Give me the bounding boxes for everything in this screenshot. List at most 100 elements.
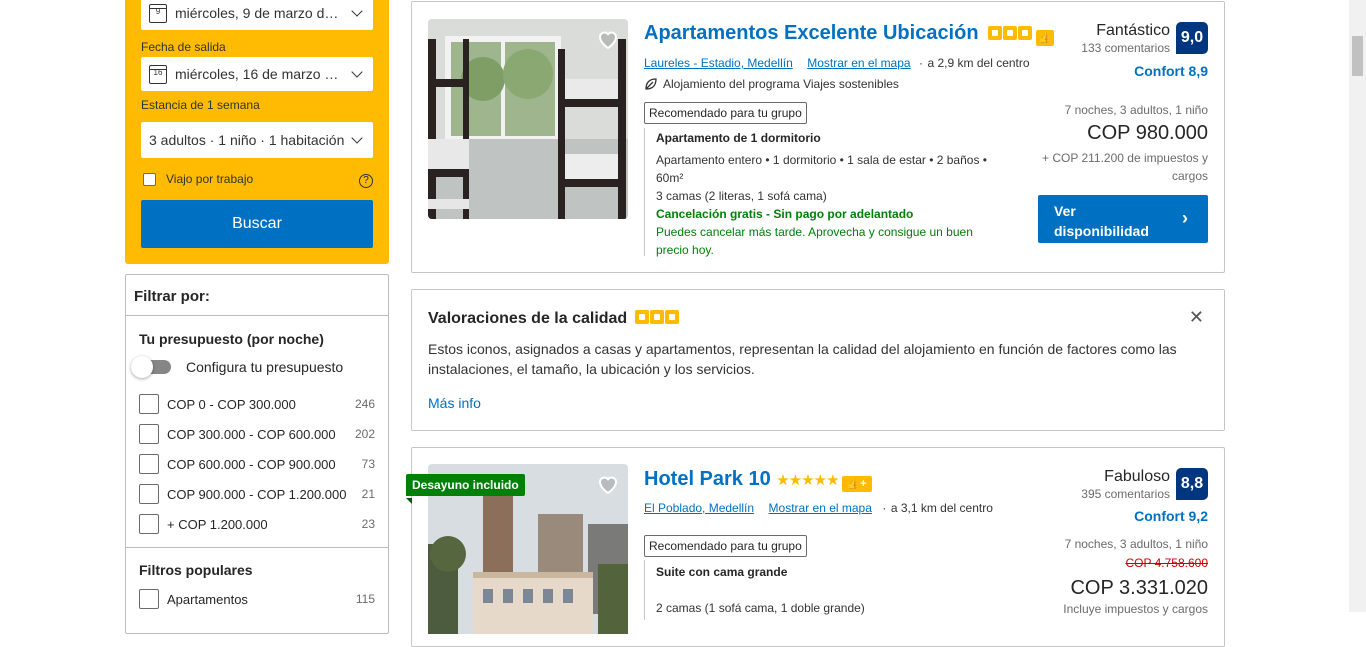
budget-toggle-label: Configura tu presupuesto [186, 359, 344, 375]
option-count: 73 [361, 457, 375, 471]
distance-separator: · [882, 501, 887, 515]
room-info-divider [644, 128, 645, 256]
option-count: 202 [354, 427, 375, 441]
room-type: Apartamento de 1 dormitorio [656, 131, 821, 145]
scrollbar[interactable] [1349, 0, 1366, 612]
checkout-date-value: miércoles, 16 de marzo de 2022 [175, 66, 345, 82]
calendar-icon: 9 [149, 3, 167, 23]
checkbox[interactable] [139, 514, 159, 534]
checkbox[interactable] [139, 589, 159, 609]
property-name[interactable]: Hotel Park 10 [644, 468, 771, 490]
work-trip-option[interactable]: Viajo por trabajo [143, 172, 253, 186]
thumbs-up-plus-icon: 👍+ [841, 476, 872, 492]
sustainable-text: Alojamiento del programa Viajes sostenib… [663, 77, 899, 91]
checkin-date-field[interactable]: 9 miércoles, 9 de marzo de 2022 [141, 0, 373, 30]
scrollbar-thumb[interactable] [1352, 36, 1363, 76]
option-count: 21 [361, 487, 375, 501]
quality-title-text: Valoraciones de la calidad [428, 310, 628, 327]
badge-fold [406, 498, 412, 504]
review-count: 395 comentarios [1081, 487, 1170, 501]
divider [126, 547, 388, 548]
option-count: 115 [355, 592, 375, 606]
review-score[interactable]: 9,0 [1176, 22, 1208, 54]
location-link[interactable]: Laureles - Estadio, Medellín [644, 56, 793, 70]
review-summary[interactable]: Fabuloso 395 comentarios [1081, 468, 1170, 501]
star-rating-icon: ★★★★★ [776, 472, 839, 489]
heart-icon[interactable] [596, 472, 620, 496]
option-label: COP 0 - COP 300.000 [167, 396, 296, 412]
more-info-link[interactable]: Más info [428, 395, 481, 411]
close-icon[interactable]: ✕ [1189, 307, 1204, 328]
property-card: Apartamentos Excelente Ubicación 👍 Laure… [411, 1, 1225, 273]
stay-info: 7 noches, 3 adultos, 1 niño [1064, 103, 1208, 117]
option-label: Apartamentos [167, 591, 248, 607]
guests-select[interactable]: 3 adultos · 1 niño · 1 habitación [141, 122, 373, 158]
property-title[interactable]: Hotel Park 10 ★★★★★ 👍+ [644, 468, 872, 492]
budget-section-title: Tu presupuesto (por noche) [139, 331, 324, 347]
show-map-link[interactable]: Mostrar en el mapa [807, 56, 910, 70]
quality-squares-icon [988, 22, 1033, 44]
quality-info-box: Valoraciones de la calidad ✕ Estos icono… [411, 289, 1225, 431]
breakfast-badge: Desayuno incluido [406, 474, 525, 496]
checkout-date-field[interactable]: 16 miércoles, 16 de marzo de 2022 [141, 57, 373, 91]
budget-option[interactable]: + COP 1.200.000 23 [139, 514, 375, 534]
budget-option[interactable]: COP 900.000 - COP 1.200.000 21 [139, 484, 375, 504]
budget-option[interactable]: COP 600.000 - COP 900.000 73 [139, 454, 375, 474]
checkbox[interactable] [139, 424, 159, 444]
review-score[interactable]: 8,8 [1176, 468, 1208, 500]
quality-info-title: Valoraciones de la calidad [428, 310, 680, 328]
see-availability-button[interactable]: Ver disponibilidad › [1038, 195, 1208, 243]
distance-text: a 2,9 km del centro [927, 56, 1030, 70]
work-trip-checkbox[interactable] [143, 172, 156, 186]
review-word: Fabuloso [1104, 468, 1170, 485]
distance-separator: · [919, 56, 924, 70]
button-label: Ver disponibilidad [1054, 203, 1149, 239]
checkbox[interactable] [139, 484, 159, 504]
free-cancellation: Cancelación gratis - Sin pago por adelan… [656, 207, 914, 221]
bed-info: 3 camas (2 literas, 1 sofá cama) [656, 189, 827, 203]
option-count: 23 [361, 517, 375, 531]
calendar-icon: 16 [149, 64, 167, 84]
recommended-tag: Recomendado para tu grupo [644, 535, 807, 557]
budget-option[interactable]: COP 0 - COP 300.000 246 [139, 394, 375, 414]
bed-info: 2 camas (1 sofá cama, 1 doble grande) [656, 601, 865, 615]
budget-toggle[interactable] [131, 356, 171, 378]
toggle-knob [131, 356, 153, 378]
heart-icon[interactable] [596, 27, 620, 51]
recommended-tag: Recomendado para tu grupo [644, 102, 807, 124]
price: COP 3.331.020 [1070, 577, 1208, 599]
checkbox[interactable] [139, 394, 159, 414]
property-title[interactable]: Apartamentos Excelente Ubicación 👍 [644, 22, 1055, 46]
chevron-down-icon [351, 5, 363, 17]
option-label: + COP 1.200.000 [167, 516, 268, 532]
quality-squares-icon [634, 310, 680, 327]
chevron-down-icon [351, 66, 363, 78]
help-icon[interactable]: ? [359, 174, 373, 188]
property-name[interactable]: Apartamentos Excelente Ubicación [644, 22, 979, 44]
sustainable-badge: Alojamiento del programa Viajes sostenib… [644, 77, 899, 91]
chevron-right-icon: › [1182, 208, 1188, 228]
checkout-label: Fecha de salida [141, 40, 226, 54]
cancellation-note: Puedes cancelar más tarde. Aprovecha y c… [656, 225, 973, 257]
budget-option[interactable]: COP 300.000 - COP 600.000 202 [139, 424, 375, 444]
popular-option[interactable]: Apartamentos 115 [139, 589, 375, 609]
popular-section-title: Filtros populares [139, 562, 253, 578]
taxes-text: Incluye impuestos y cargos [1063, 602, 1208, 616]
option-label: COP 600.000 - COP 900.000 [167, 456, 336, 472]
leaf-icon [645, 78, 657, 90]
property-photo[interactable] [428, 19, 628, 219]
taxes-text: + COP 211.200 de impuestos y cargos [1042, 151, 1208, 183]
room-info: Suite con cama grande 2 camas (1 sofá ca… [656, 565, 996, 615]
property-card: Desayuno incluido Hotel Park 10 ★★★★★ 👍+ … [406, 447, 1225, 647]
filter-panel: Filtrar por: Tu presupuesto (por noche) … [125, 274, 389, 634]
show-map-link[interactable]: Mostrar en el mapa [769, 501, 872, 515]
checkbox[interactable] [139, 454, 159, 474]
comfort-score: Confort 9,2 [1134, 508, 1208, 524]
distance-text: a 3,1 km del centro [890, 501, 993, 515]
option-count: 246 [354, 397, 375, 411]
filter-title: Filtrar por: [126, 275, 388, 316]
location-link[interactable]: El Poblado, Medellín [644, 501, 754, 515]
review-summary[interactable]: Fantástico 133 comentarios [1081, 22, 1170, 55]
comfort-score: Confort 8,9 [1134, 63, 1208, 79]
search-button[interactable]: Buscar [141, 200, 373, 248]
